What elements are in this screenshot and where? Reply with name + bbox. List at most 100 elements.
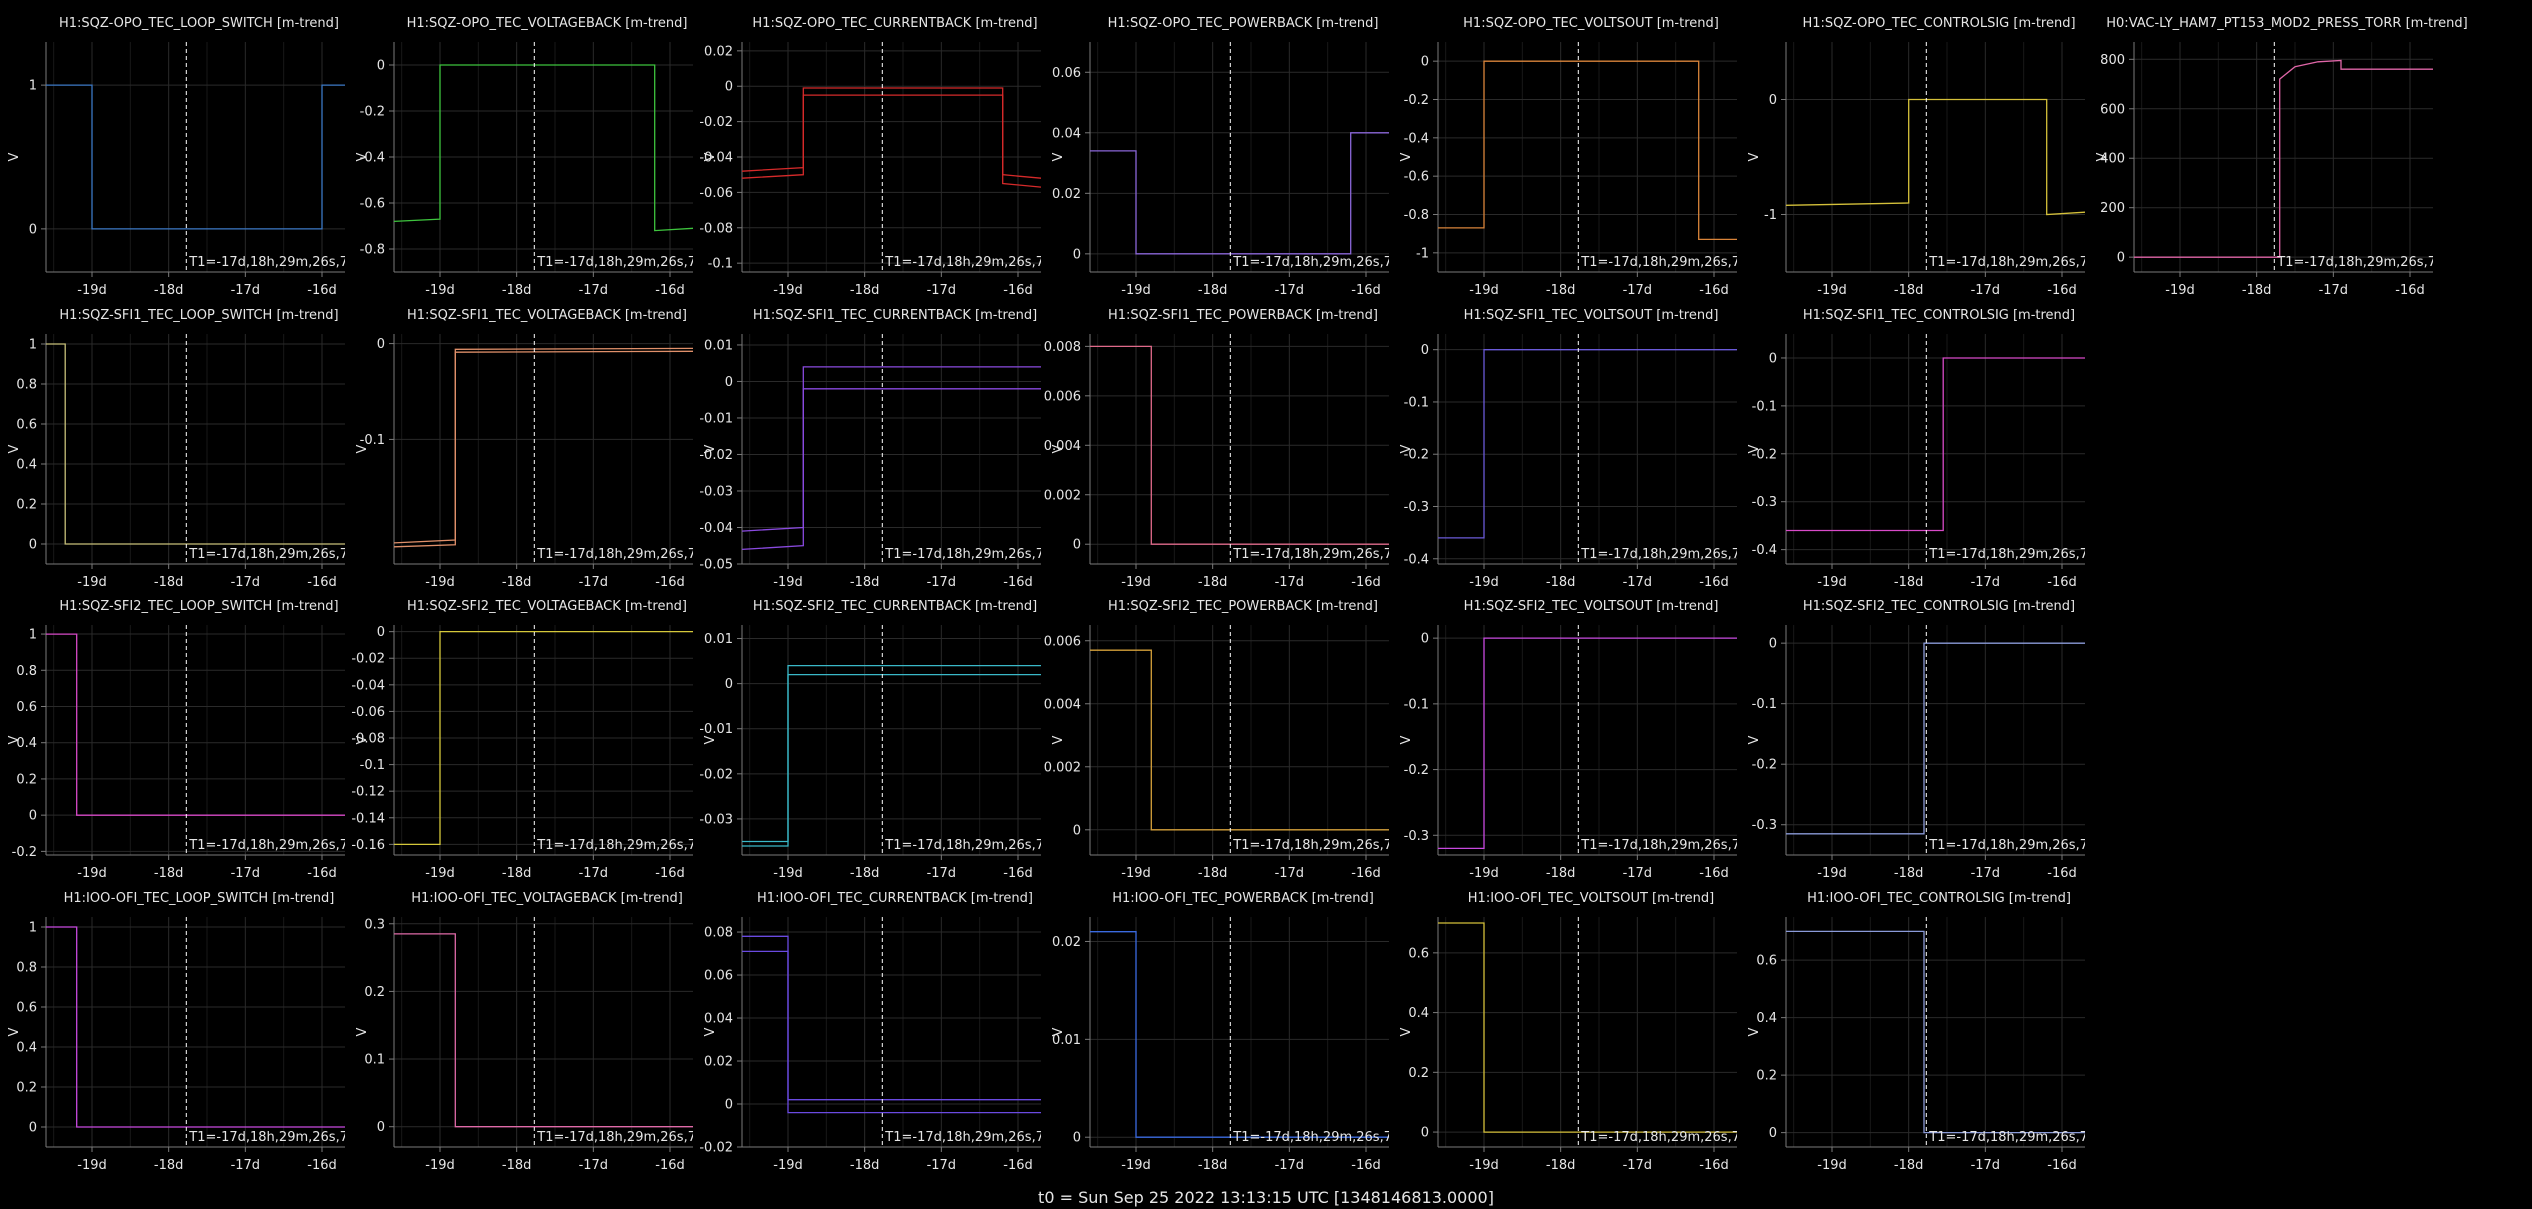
plot-title: H1:SQZ-SFI2_TEC_LOOP_SWITCH [m-trend] <box>59 599 338 614</box>
y-tick-label: -0.06 <box>351 705 385 720</box>
y-tick-label: 0.06 <box>1052 66 1081 81</box>
x-tick-label: -16d <box>307 866 337 881</box>
plot-sfi2-voltageback[interactable]: H1:SQZ-SFI2_TEC_VOLTAGEBACK [m-trend]V-1… <box>351 599 732 881</box>
y-tick-label: 0.4 <box>16 736 37 751</box>
series-line <box>1786 98 2085 216</box>
plot-title: H1:SQZ-SFI1_TEC_POWERBACK [m-trend] <box>1108 308 1378 323</box>
x-tick-label: -16d <box>2047 866 2077 881</box>
y-tick-label: 0 <box>1073 823 1081 838</box>
y-tick-label: -0.03 <box>699 812 733 827</box>
plot-opo-loop-switch[interactable]: H1:SQZ-OPO_TEC_LOOP_SWITCH [m-trend] V -19… <box>7 16 384 298</box>
plot-ham7-press[interactable]: H0:VAC-LY_HAM7_PT153_MOD2_PRESS_TORR [m-… <box>2095 16 2509 298</box>
x-tick-label: -19d <box>77 1158 107 1173</box>
plot-sfi1-currentback[interactable]: H1:SQZ-SFI1_TEC_CURRENTBACK [m-trend]V-1… <box>699 308 1080 590</box>
y-tick-label: 0 <box>29 538 37 553</box>
x-tick-label: -17d <box>1971 1158 2001 1173</box>
plot-sfi1-voltsout[interactable]: H1:SQZ-SFI1_TEC_VOLTSOUT [m-trend]V-19d -… <box>1399 308 1776 590</box>
x-tick-label: -18d <box>1894 283 1924 298</box>
plot-ofi-controlsig[interactable]: H1:IOO-OFI_TEC_CONTROLSIG [m-trend] V -19d… <box>1747 891 2124 1173</box>
plot-sfi2-loop-switch[interactable]: H1:SQZ-SFI2_TEC_LOOP_SWITCH [m-trend]V-1… <box>7 599 384 881</box>
y-tick-label: 0.6 <box>16 700 37 715</box>
x-tick-label: -17d <box>1275 283 1305 298</box>
y-tick-label: -0.1 <box>1752 399 1777 414</box>
x-tick-label: -16d <box>1003 283 1033 298</box>
x-tick-label: -19d <box>1121 866 1151 881</box>
plot-sfi2-controlsig[interactable]: H1:SQZ-SFI2_TEC_CONTROLSIG [m-trend] V -19… <box>1747 599 2124 881</box>
x-tick-label: -18d <box>502 283 532 298</box>
plot-ofi-voltsout[interactable]: H1:IOO-OFI_TEC_VOLTSOUT [m-trend] V -19d -1… <box>1399 891 1776 1173</box>
plot-title: H1:SQZ-SFI1_TEC_CONTROLSIG [m-trend] <box>1803 308 2075 323</box>
y-tick-label: 0.2 <box>364 985 385 1000</box>
x-tick-label: -17d <box>579 866 609 881</box>
plot-title: H1:SQZ-SFI2_TEC_POWERBACK [m-trend] <box>1108 599 1378 614</box>
series-line <box>742 388 1041 551</box>
series-line <box>742 950 1041 1114</box>
plot-title: H1:IOO-OFI_TEC_LOOP_SWITCH [m-trend] <box>64 891 335 906</box>
x-tick-label: -19d <box>773 866 803 881</box>
plot-opo-voltageback[interactable]: H1:SQZ-OPO_TEC_VOLTAGEBACK [m-trend]V-19… <box>355 16 732 298</box>
x-tick-label: -16d <box>2395 283 2425 298</box>
plot-sfi2-currentback[interactable]: H1:SQZ-SFI2_TEC_CURRENTBACK [m-trend] V -1… <box>699 599 1080 881</box>
x-tick-label: -17d <box>927 1158 957 1173</box>
y-tick-label: 0.4 <box>16 458 37 473</box>
y-tick-label: 0.02 <box>704 44 733 59</box>
y-tick-label: -0.2 <box>1752 447 1777 462</box>
y-tick-label: -0.8 <box>1404 208 1429 223</box>
y-tick-label: 0 <box>377 1120 385 1135</box>
y-axis-label: V <box>1399 1027 1414 1036</box>
series-line <box>742 94 1041 188</box>
plot-opo-currentback[interactable]: H1:SQZ-OPO_TEC_CURRENTBACK [m-trend] V -19… <box>699 16 1080 298</box>
plot-opo-controlsig[interactable]: H1:SQZ-OPO_TEC_CONTROLSIG [m-trend] V -19d… <box>1747 16 2124 298</box>
x-tick-label: -19d <box>1817 1158 1847 1173</box>
y-tick-label: 0.4 <box>16 1041 37 1056</box>
y-axis-label: V <box>1747 1027 1762 1036</box>
x-tick-label: -17d <box>1971 575 2001 590</box>
plot-ofi-voltageback[interactable]: H1:IOO-OFI_TEC_VOLTAGEBACK [m-trend] V -19… <box>355 891 732 1173</box>
y-axis-label: V <box>355 1027 370 1036</box>
y-tick-label: -0.4 <box>1404 131 1429 146</box>
y-tick-label: 0.004 <box>1044 697 1081 712</box>
plot-opo-powerback[interactable]: H1:SQZ-OPO_TEC_POWERBACK [m-trend] V -19d -… <box>1051 16 1428 298</box>
y-tick-label: 0.006 <box>1044 634 1081 649</box>
plot-title: H1:SQZ-SFI2_TEC_CURRENTBACK [m-trend] <box>753 599 1037 614</box>
plot-grid: H1:SQZ-OPO_TEC_LOOP_SWITCH [m-trend] V -19… <box>7 16 2509 1173</box>
y-tick-label: 0 <box>1769 351 1777 366</box>
y-tick-label: 0.8 <box>16 378 37 393</box>
x-tick-label: -16d <box>1003 575 1033 590</box>
x-tick-label: -19d <box>77 283 107 298</box>
x-tick-label: -18d <box>850 1158 880 1173</box>
series-line <box>46 343 345 545</box>
plot-sfi1-voltageback[interactable]: H1:SQZ-SFI1_TEC_VOLTAGEBACK [m-trend]V-1… <box>355 308 732 590</box>
plot-sfi1-loop-switch[interactable]: H1:SQZ-SFI1_TEC_LOOP_SWITCH [m-trend] V -1… <box>7 308 384 590</box>
x-tick-label: -17d <box>579 283 609 298</box>
plot-title: H1:IOO-OFI_TEC_POWERBACK [m-trend] <box>1112 891 1374 906</box>
plot-sfi2-voltsout[interactable]: H1:SQZ-SFI2_TEC_VOLTSOUT [m-trend] V -19d -… <box>1399 599 1776 881</box>
plot-opo-voltsout[interactable]: H1:SQZ-OPO_TEC_VOLTSOUT [m-trend] V -19d -1… <box>1399 16 1776 298</box>
y-axis-label: V <box>7 152 22 161</box>
plot-ofi-loop-switch[interactable]: H1:IOO-OFI_TEC_LOOP_SWITCH [m-trend] V -19… <box>7 891 384 1173</box>
plot-sfi1-powerback[interactable]: H1:SQZ-SFI1_TEC_POWERBACK [m-trend]V-19d… <box>1044 308 1428 590</box>
plot-title: H1:IOO-OFI_TEC_VOLTSOUT [m-trend] <box>1468 891 1714 906</box>
x-tick-label: -18d <box>154 866 184 881</box>
x-tick-label: -17d <box>927 575 957 590</box>
y-tick-label: 0.06 <box>704 969 733 984</box>
x-tick-label: -18d <box>2242 283 2272 298</box>
y-tick-label: -0.8 <box>360 243 385 258</box>
plot-sfi1-controlsig[interactable]: H1:SQZ-SFI1_TEC_CONTROLSIG [m-trend]V-19… <box>1747 308 2124 590</box>
series-line <box>1438 349 1737 539</box>
x-tick-label: -19d <box>1121 575 1151 590</box>
series-line <box>46 926 345 1128</box>
x-tick-label: -16d <box>2047 283 2077 298</box>
y-tick-label: 0.2 <box>16 772 37 787</box>
plot-sfi2-powerback[interactable]: H1:SQZ-SFI2_TEC_POWERBACK [m-trend] V -19d… <box>1044 599 1428 881</box>
y-tick-label: 0.04 <box>1052 126 1081 141</box>
series-line <box>394 350 693 548</box>
y-tick-label: 0 <box>377 59 385 74</box>
plot-ofi-powerback[interactable]: H1:IOO-OFI_TEC_POWERBACK [m-trend] V -19d -… <box>1051 891 1428 1173</box>
y-tick-label: 1 <box>29 338 37 353</box>
y-tick-label: 0.02 <box>704 1055 733 1070</box>
y-tick-label: -0.14 <box>351 811 385 826</box>
y-tick-label: -0.3 <box>1404 829 1429 844</box>
plot-ofi-currentback[interactable]: H1:IOO-OFI_TEC_CURRENTBACK [m-trend] V -19… <box>699 891 1080 1173</box>
y-tick-label: -0.1 <box>1752 697 1777 712</box>
